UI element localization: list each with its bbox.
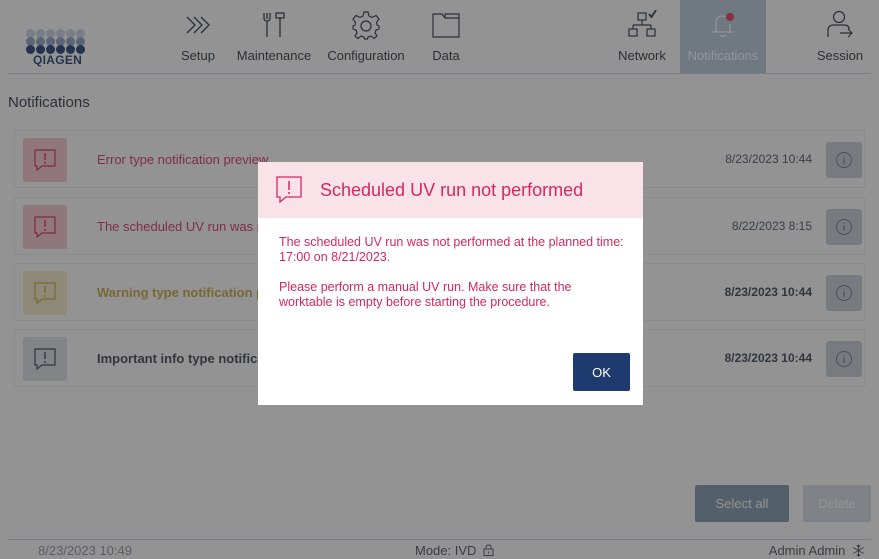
uv-run-dialog: Scheduled UV run not performed The sched… xyxy=(258,162,643,405)
dialog-message-1: The scheduled UV run was not performed a… xyxy=(279,235,624,264)
ok-button[interactable]: OK xyxy=(573,353,630,391)
dialog-header: Scheduled UV run not performed xyxy=(258,162,643,218)
exclamation-bubble-icon xyxy=(276,176,302,204)
dialog-body: The scheduled UV run was not performed a… xyxy=(279,235,624,325)
dialog-title: Scheduled UV run not performed xyxy=(320,180,584,200)
dialog-message-2: Please perform a manual UV run. Make sur… xyxy=(279,280,572,309)
